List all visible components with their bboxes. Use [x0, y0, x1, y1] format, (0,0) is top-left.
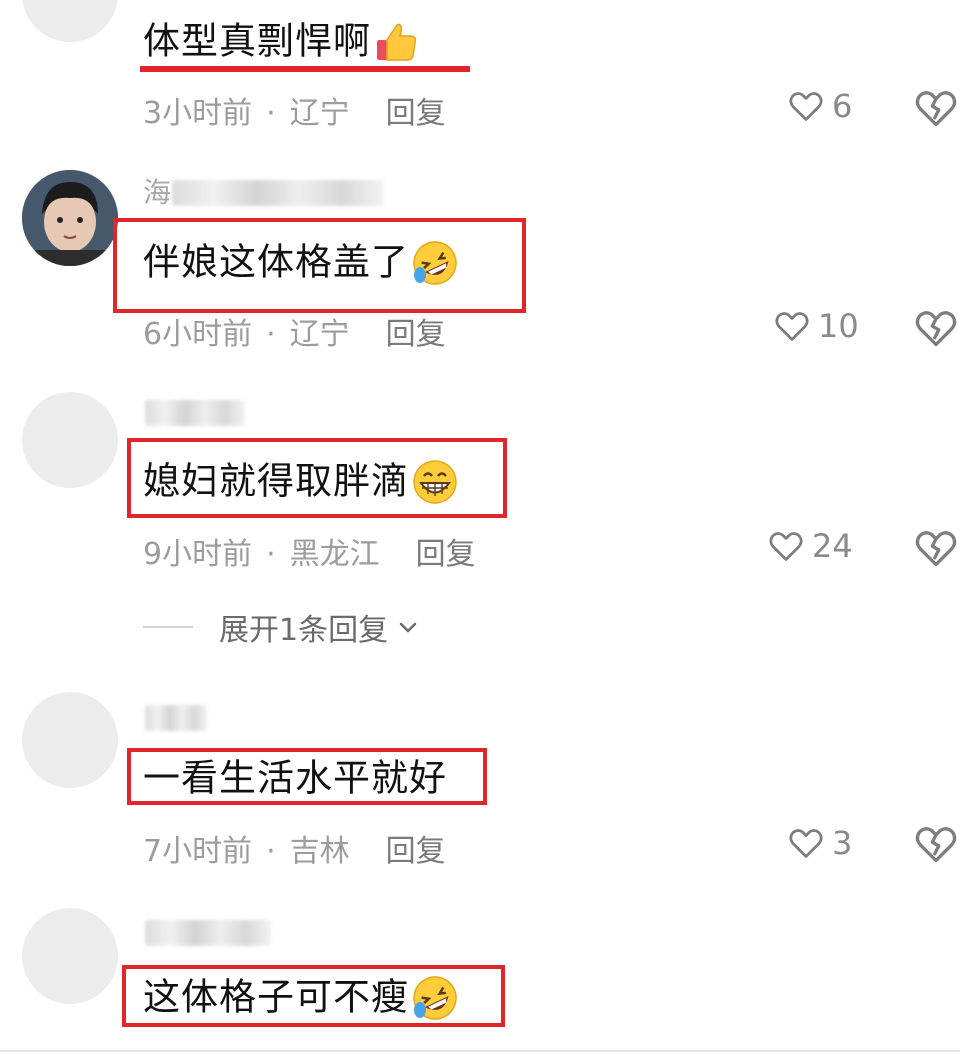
comment-time: 9小时前 [143, 537, 253, 572]
comment-time: 6小时前 [143, 317, 253, 352]
reply-button[interactable]: 回复 [386, 834, 446, 869]
meta-separator: · [266, 96, 276, 131]
highlight-underline [140, 66, 470, 72]
like-button[interactable]: 3 [788, 824, 852, 862]
avatar[interactable] [22, 908, 118, 1004]
username[interactable]: 海 [143, 173, 172, 213]
broken-heart-icon[interactable] [914, 526, 958, 570]
like-button[interactable]: 10 [774, 307, 859, 345]
grinning-face-emoji-icon [413, 459, 457, 504]
expand-replies-label: 展开1条回复 [219, 613, 389, 648]
meta-separator: · [266, 537, 276, 572]
chevron-down-icon [399, 622, 417, 633]
comment-meta: 7小时前 · 吉林 回复 [143, 826, 446, 870]
avatar[interactable] [22, 692, 118, 788]
username-blurred [145, 705, 207, 731]
comment-text: 体型真剽悍啊 [143, 16, 421, 66]
comment-meta: 9小时前 · 黑龙江 回复 [143, 529, 476, 573]
broken-heart-icon[interactable] [914, 86, 958, 130]
comment-time: 3小时前 [143, 96, 253, 131]
avatar-photo-icon [22, 170, 118, 266]
broken-heart-icon[interactable] [914, 822, 958, 866]
comment-text: 媳妇就得取胖滴 [143, 456, 459, 506]
heart-icon [769, 532, 803, 561]
comment-text: 一看生活水平就好 [143, 756, 447, 800]
avatar[interactable] [22, 392, 118, 488]
like-count: 3 [832, 824, 853, 862]
username-blurred [172, 180, 384, 206]
comment-location: 吉林 [289, 834, 350, 869]
expand-replies-button[interactable]: 展开1条回复 [143, 605, 420, 649]
username-blurred [145, 400, 245, 426]
comment-time: 7小时前 [143, 834, 253, 869]
rolling-on-floor-laughing-emoji-icon [413, 975, 457, 1020]
like-button[interactable]: 6 [788, 87, 852, 125]
reply-button[interactable]: 回复 [416, 537, 476, 572]
reply-button[interactable]: 回复 [386, 317, 446, 352]
comment-location: 辽宁 [289, 317, 350, 352]
comment-location: 黑龙江 [289, 537, 380, 572]
expand-divider [143, 626, 193, 628]
comment-text: 伴娘这体格盖了 [143, 237, 459, 287]
comment-text: 这体格子可不瘦 [143, 972, 459, 1022]
avatar[interactable] [22, 0, 118, 42]
username-blurred [145, 920, 271, 946]
meta-separator: · [266, 317, 276, 352]
reply-button[interactable]: 回复 [386, 96, 446, 131]
comment-meta: 3小时前 · 辽宁 回复 [143, 88, 446, 132]
meta-separator: · [266, 834, 276, 869]
like-count: 10 [818, 307, 859, 345]
bottom-divider [0, 1050, 960, 1052]
comment-location: 辽宁 [289, 96, 350, 131]
like-count: 24 [812, 527, 853, 565]
avatar[interactable] [22, 170, 118, 266]
like-count: 6 [832, 87, 853, 125]
heart-icon [789, 92, 823, 121]
broken-heart-icon[interactable] [914, 306, 958, 350]
thumbs-up-emoji-icon [377, 23, 417, 61]
like-button[interactable]: 24 [768, 527, 853, 565]
heart-icon [789, 829, 823, 858]
comment-meta: 6小时前 · 辽宁 回复 [143, 309, 446, 353]
rolling-on-floor-laughing-emoji-icon [413, 240, 457, 285]
heart-icon [775, 312, 809, 341]
